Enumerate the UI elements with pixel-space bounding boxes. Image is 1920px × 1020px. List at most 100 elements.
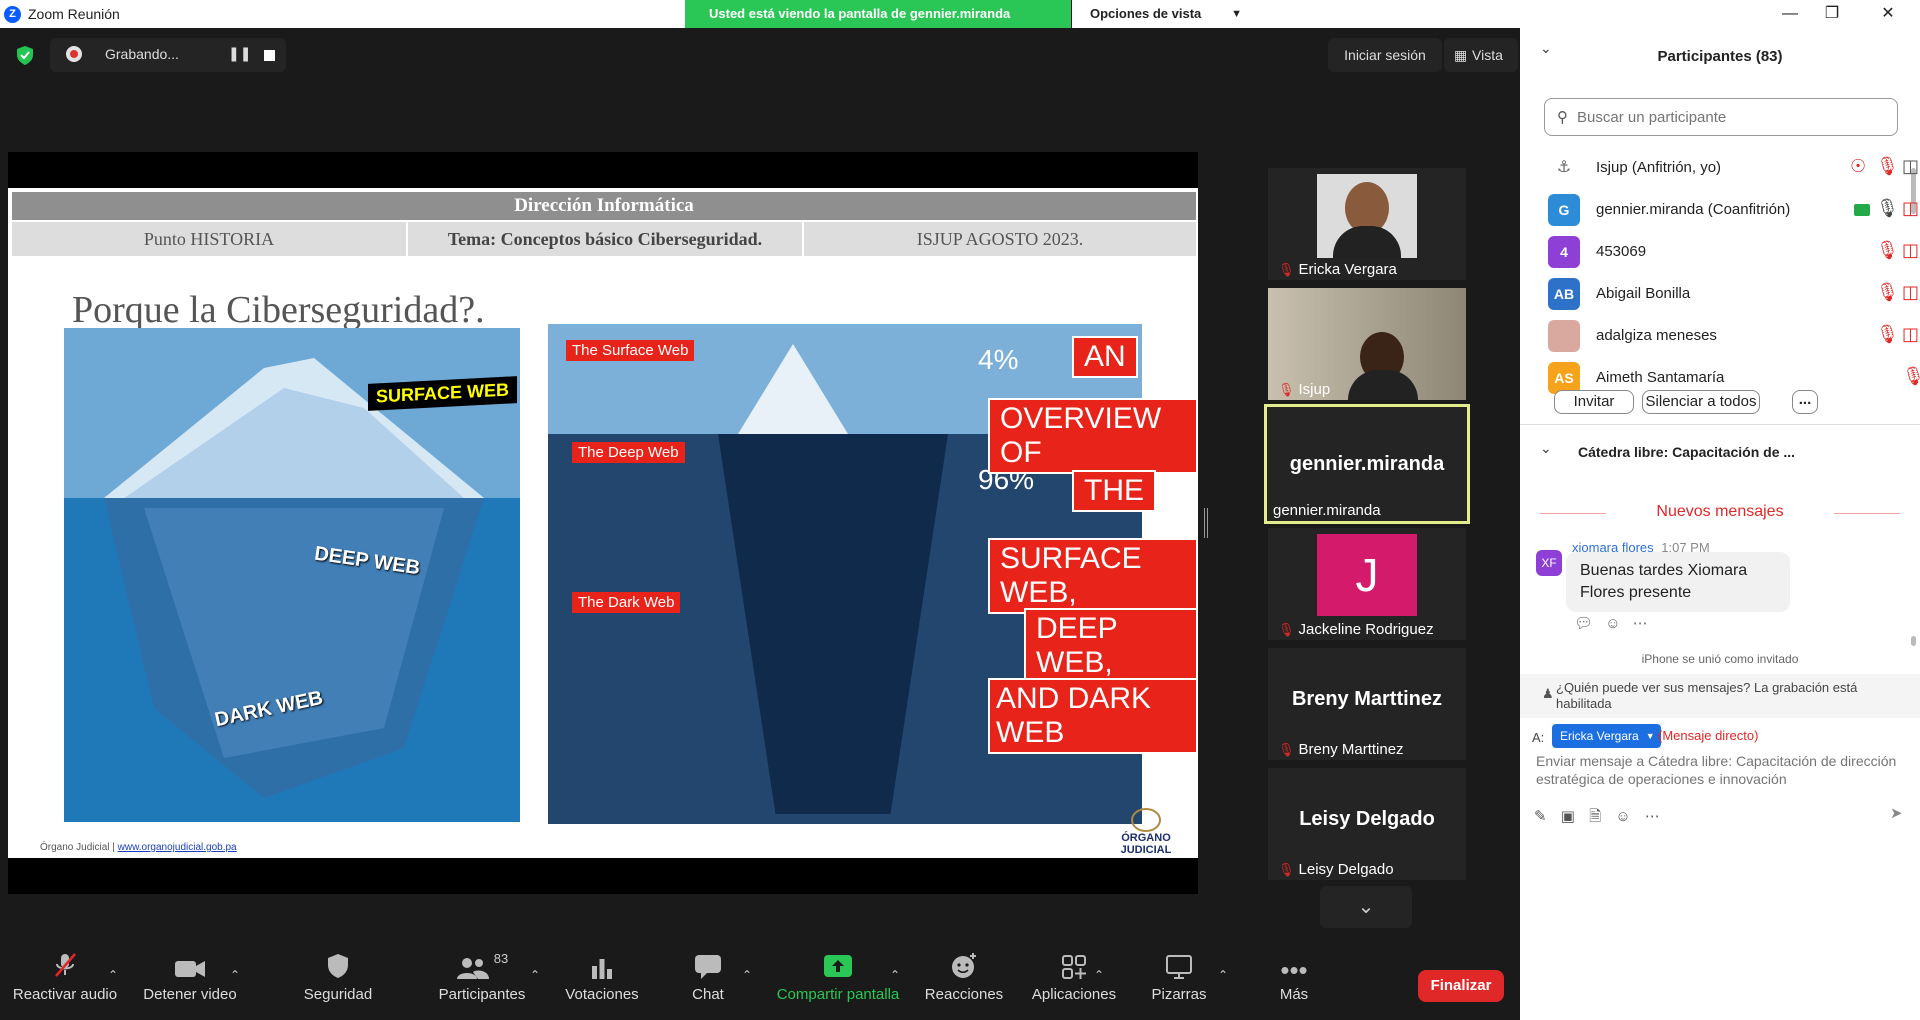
reply-icon[interactable]: 💬︎ bbox=[1574, 615, 1593, 632]
chat-icon bbox=[676, 940, 740, 984]
slide-canvas: Dirección Informática Punto HISTORIA Tem… bbox=[8, 188, 1198, 858]
shield-check-icon[interactable] bbox=[14, 44, 36, 66]
participant-name: Isjup (Anfitrión, yo) bbox=[1596, 159, 1722, 176]
tile-name: 🎙︎ Ericka Vergara bbox=[1278, 261, 1397, 278]
more-label: Más bbox=[1279, 986, 1309, 1003]
ship-avatar-icon: ⚓ bbox=[1548, 152, 1580, 184]
apps-button[interactable]: Aplicaciones bbox=[1016, 940, 1132, 1020]
share-screen-button[interactable]: Compartir pantalla bbox=[770, 940, 906, 1020]
recording-label: Grabando... bbox=[105, 46, 179, 62]
video-tile-isjup[interactable]: 🎙︎ Isjup bbox=[1268, 288, 1466, 400]
collapse-chat-icon[interactable]: ⌄ bbox=[1540, 440, 1552, 457]
pause-icon[interactable]: ❚❚ bbox=[228, 45, 251, 62]
apps-icon bbox=[1016, 940, 1132, 984]
send-icon[interactable]: ➤ bbox=[1890, 804, 1903, 822]
tile-display-name: gennier.miranda bbox=[1289, 453, 1445, 475]
recipient-name: Ericka Vergara bbox=[1560, 729, 1639, 743]
format-icon[interactable]: ✎ bbox=[1534, 808, 1547, 825]
more-dots-icon[interactable]: ⋯ bbox=[1645, 808, 1660, 825]
scroll-down-button[interactable]: ⌄ bbox=[1320, 886, 1412, 928]
participants-title: Participantes (83) bbox=[1657, 48, 1783, 65]
grid-icon: ▦ bbox=[1454, 47, 1468, 63]
chat-label: Chat bbox=[692, 986, 724, 1003]
splitter-handle[interactable] bbox=[1204, 508, 1208, 538]
avatar: AB bbox=[1548, 278, 1580, 310]
chat-input-actions: ✎ ▣ 🗎︎ ☺ ⋯ bbox=[1534, 806, 1660, 831]
message-actions: 💬︎ ☺ ⋯ bbox=[1574, 614, 1648, 632]
polls-button[interactable]: Votaciones bbox=[554, 940, 650, 1020]
search-input[interactable] bbox=[1577, 105, 1877, 129]
view-button[interactable]: ▦ Vista bbox=[1444, 38, 1518, 72]
more-dots-icon[interactable]: ⋯ bbox=[1633, 615, 1648, 632]
view-options-button[interactable]: Opciones de vista ▼ bbox=[1072, 0, 1252, 28]
video-icon: ◫ bbox=[1902, 156, 1920, 176]
end-meeting-button[interactable]: Finalizar bbox=[1418, 970, 1504, 1002]
share-screen-icon bbox=[770, 940, 906, 984]
video-tile-gennier[interactable]: gennier.miranda gennier.miranda bbox=[1264, 404, 1470, 524]
chat-scrollbar[interactable] bbox=[1911, 636, 1916, 646]
mic-on-icon: 🎙︎ bbox=[1876, 198, 1899, 218]
reactions-button[interactable]: Reacciones bbox=[916, 940, 1012, 1020]
privacy-notice-text: ¿Quién puede ver sus mensajes? La grabac… bbox=[1556, 680, 1858, 711]
whiteboards-button[interactable]: Pizarras bbox=[1136, 940, 1222, 1020]
more-button[interactable]: ••• Más bbox=[1248, 940, 1340, 1020]
signin-button[interactable]: Iniciar sesión bbox=[1328, 38, 1442, 72]
video-off-icon: ◫ bbox=[1902, 324, 1920, 344]
participant-name: 453069 bbox=[1596, 243, 1647, 260]
mic-off-icon: 🎙︎ bbox=[1876, 240, 1899, 260]
bar-chart-icon bbox=[554, 940, 650, 984]
mic-off-icon bbox=[8, 940, 122, 984]
slide-col-1: Punto HISTORIA bbox=[12, 222, 406, 256]
whiteboard-icon bbox=[1136, 940, 1222, 984]
video-off-icon: ◫ bbox=[1902, 198, 1920, 218]
slide-footer: Órgano Judicial | www.organojudicial.gob… bbox=[40, 842, 237, 853]
security-button[interactable]: Seguridad bbox=[278, 940, 398, 1020]
screenshot-icon[interactable]: ▣ bbox=[1561, 808, 1575, 825]
meeting-toolbar: Reactivar audio ⌃ Detener video ⌃ Seguri… bbox=[0, 940, 1520, 1020]
tile-name: gennier.miranda bbox=[1273, 502, 1381, 519]
chat-button[interactable]: Chat bbox=[676, 940, 740, 1020]
minimize-icon[interactable]: — bbox=[1766, 2, 1814, 26]
slide-heading: Porque la Ciberseguridad?. bbox=[72, 289, 485, 331]
emoji-icon[interactable]: ☺ bbox=[1615, 808, 1630, 825]
message-bubble: Buenas tardes Xiomara Flores presente bbox=[1566, 552, 1790, 612]
mic-off-icon: 🎙︎ bbox=[1278, 262, 1295, 277]
mute-all-button[interactable]: Silenciar a todos bbox=[1642, 390, 1760, 414]
chat-options-caret[interactable]: ⌃ bbox=[742, 968, 752, 982]
share-options-caret[interactable]: ⌃ bbox=[890, 968, 900, 982]
video-tile-ericka[interactable]: 🎙︎ Ericka Vergara bbox=[1268, 168, 1466, 280]
restore-icon[interactable]: ❐ bbox=[1808, 2, 1856, 26]
video-options-caret[interactable]: ⌃ bbox=[230, 968, 240, 982]
new-messages-divider: Nuevos mensajes bbox=[1540, 503, 1900, 521]
chat-message-input[interactable] bbox=[1536, 752, 1908, 796]
chevron-down-icon: ▼ bbox=[1231, 8, 1242, 20]
tile-display-name: Leisy Delgado bbox=[1299, 808, 1435, 830]
recording-bar: Grabando... ❚❚ bbox=[50, 38, 286, 72]
video-tile-breny[interactable]: Breny Marttinez 🎙︎ Breny Marttinez bbox=[1268, 648, 1466, 760]
close-icon[interactable]: ✕ bbox=[1864, 2, 1912, 26]
to-label: A: bbox=[1532, 730, 1545, 745]
overview-6: AND DARK WEB bbox=[988, 678, 1198, 754]
smiley-plus-icon bbox=[916, 940, 1012, 984]
apps-options-caret[interactable]: ⌃ bbox=[1094, 968, 1104, 982]
whiteboards-options-caret[interactable]: ⌃ bbox=[1218, 968, 1228, 982]
info-surface-title: The Surface Web bbox=[566, 340, 695, 361]
tile-name: 🎙︎ Isjup bbox=[1278, 381, 1331, 398]
video-tile-jackeline[interactable]: J 🎙︎ Jackeline Rodriguez bbox=[1268, 528, 1466, 640]
privacy-notice: ♟ ¿Quién puede ver sus mensajes? La grab… bbox=[1520, 674, 1920, 718]
file-icon[interactable]: 🗎︎ bbox=[1589, 808, 1601, 825]
unmute-button[interactable]: Reactivar audio bbox=[8, 940, 122, 1020]
stop-icon[interactable] bbox=[264, 50, 275, 61]
more-options-button[interactable]: ... bbox=[1792, 390, 1818, 414]
search-participant[interactable]: ⚲ bbox=[1544, 98, 1898, 136]
avatar: 4 bbox=[1548, 236, 1580, 268]
share-screen-label: Compartir pantalla bbox=[776, 986, 900, 1003]
invite-button[interactable]: Invitar bbox=[1554, 390, 1634, 414]
video-tile-leisy[interactable]: Leisy Delgado 🎙︎ Leisy Delgado bbox=[1268, 768, 1466, 880]
tile-display-name: Breny Marttinez bbox=[1291, 688, 1443, 710]
recipient-dropdown[interactable]: Ericka Vergara ▼ bbox=[1552, 724, 1661, 748]
audio-options-caret[interactable]: ⌃ bbox=[108, 968, 118, 982]
emoji-icon[interactable]: ☺ bbox=[1605, 615, 1620, 632]
participants-options-caret[interactable]: ⌃ bbox=[530, 968, 540, 982]
overview-3: THE bbox=[1072, 470, 1156, 512]
